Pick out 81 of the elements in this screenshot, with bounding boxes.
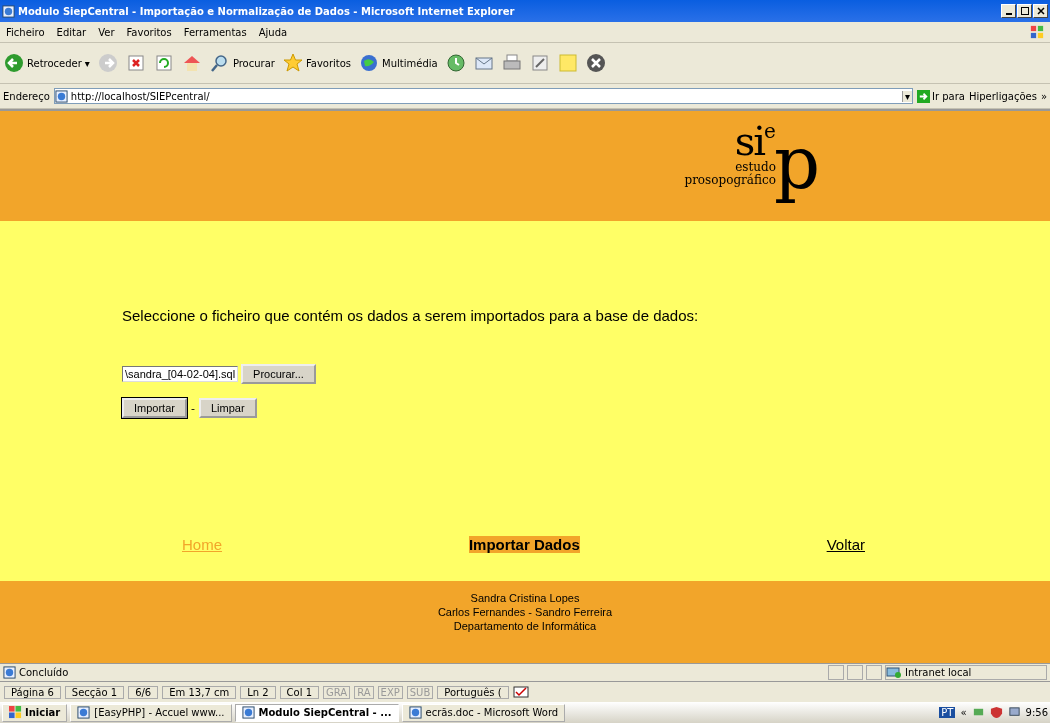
star-icon [282,53,303,73]
mode-indicator: SUB [406,685,434,699]
footer-text: Carlos Fernandes - Sandro Ferreira [437,605,613,619]
nav-link[interactable]: Importar Dados [468,536,580,553]
links-label[interactable]: Hiperligações [968,90,1037,102]
spellcheck-icon [512,686,529,698]
taskbar-button[interactable]: [EasyPHP] - Accuel www... [70,703,232,722]
browse-button[interactable]: Procurar... [241,364,316,384]
url-text: http://localhost/SIEPcentral/ [70,90,210,102]
close-button[interactable] [1033,4,1048,18]
language-badge[interactable]: PT [939,707,956,718]
language-cell: Português ( [437,685,509,699]
tray-expand[interactable]: « [960,707,967,718]
stop-icon[interactable] [125,53,146,73]
minimize-button[interactable] [1001,4,1016,18]
window-title: Modulo SiepCentral - Importação e Normalização de Dados - Microsoft Internet Explorer [18,5,516,17]
menu-item[interactable]: Favoritos [126,26,172,38]
instruction-text: Seleccione o ficheiro que contém os dados a serem importados para a base de dados: [122,307,700,324]
menu-item[interactable]: Ferramentas [183,26,247,38]
start-button[interactable]: Iniciar [2,703,68,722]
status-panel [866,665,882,680]
status-panel [847,665,863,680]
back-label: Retroceder [27,57,82,69]
separator-text: - [190,401,195,415]
menu-item[interactable]: Ajuda [258,26,288,38]
globe-icon [359,53,380,73]
taskbar-button[interactable]: Modulo SiepCentral - ... [234,703,399,722]
status-cell: Ln 2 [240,685,276,699]
printer-icon[interactable] [501,53,522,73]
close-circle-icon[interactable] [585,53,606,73]
media-button[interactable]: Multimédia [359,53,438,73]
status-panel [828,665,844,680]
dropdown-caret[interactable]: ▾ [901,90,912,102]
back-button[interactable]: Retroceder ▾ [4,53,90,73]
monitor-icon[interactable] [1007,706,1021,719]
maximize-button[interactable] [1017,4,1032,18]
clear-button[interactable]: Limpar [198,398,257,418]
address-label: Endereço [3,90,50,102]
nav-link[interactable]: Voltar [826,536,865,553]
windows-flag-icon [9,706,22,719]
page-icon [3,666,16,679]
windows-flag-icon [1030,25,1044,39]
refresh-icon[interactable] [153,53,174,73]
more-chevron[interactable]: » [1040,90,1047,102]
status-cell: Col 1 [279,685,320,699]
address-field[interactable]: http://localhost/SIEPcentral/ ▾ [53,88,913,104]
search-icon [209,53,230,73]
app-icon [408,706,422,719]
menu-item[interactable]: Editar [56,26,87,38]
caret-icon[interactable]: ▾ [84,57,90,69]
status-cell: Em 13,7 cm [162,685,237,699]
status-text: Concluído [19,667,70,678]
status-cell: Secção 1 [64,685,125,699]
file-field[interactable]: \sandra_[04-02-04].sql [122,366,239,382]
mode-indicator: RA [354,685,374,699]
app-icon [77,706,91,719]
clock: 9:56 [1025,707,1048,718]
menu-item[interactable]: Ficheiro [6,26,45,38]
zone-indicator: Intranet local [885,665,1047,680]
mode-indicator: EXP [377,685,403,699]
page-icon [54,89,68,103]
favorites-button[interactable]: Favoritos [282,53,352,73]
status-cell: 6/6 [128,685,159,699]
menu-item[interactable]: Ver [98,26,115,38]
edit-icon[interactable] [529,53,550,73]
app-icon [241,706,255,719]
footer-text: Sandra Cristina Lopes [470,591,580,605]
browser-icon [2,4,15,18]
footer-text: Departamento de Informática [453,619,597,633]
mode-indicator: GRA [323,685,351,699]
history-icon[interactable] [445,53,466,73]
maximize-icon [1020,7,1029,15]
go-arrow-icon [917,89,930,103]
import-button[interactable]: Importar [122,398,187,418]
search-button[interactable]: Procurar [209,53,275,73]
status-cell: Página 6 [4,685,61,699]
taskbar-button[interactable]: ecrãs.doc - Microsoft Word [401,703,566,722]
close-icon [1036,7,1045,15]
network-zone-icon [886,666,902,679]
shield-icon[interactable] [989,706,1003,719]
go-button[interactable]: Ir para [917,89,965,103]
